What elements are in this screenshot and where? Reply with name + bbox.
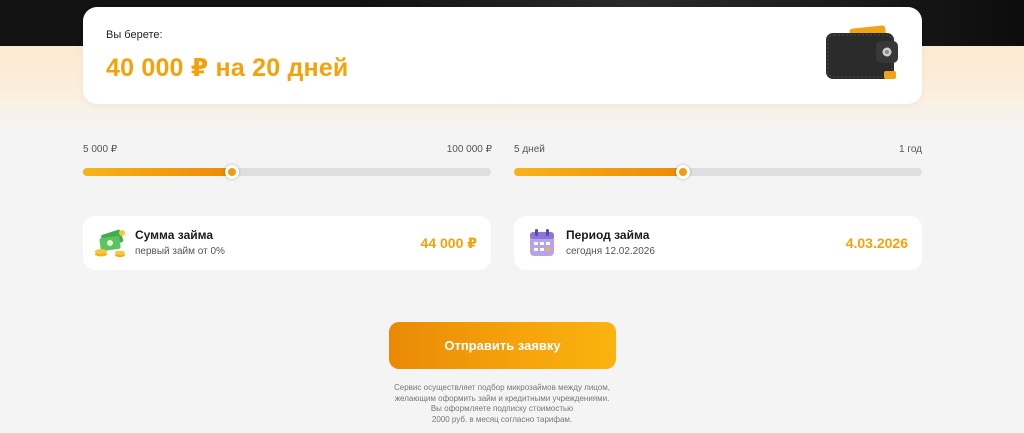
amount-card-value: 44 000 ₽ — [420, 235, 477, 251]
submit-application-button[interactable]: Отправить заявку — [389, 322, 616, 369]
disclaimer-line: Вы оформляете подписку стоимостью — [430, 404, 574, 413]
period-min-label: 5 дней — [514, 144, 545, 155]
amount-slider-fill — [83, 168, 233, 176]
period-card-title: Период займа — [566, 228, 650, 242]
amount-slider[interactable] — [83, 165, 491, 179]
loan-summary-label: Вы берете: — [106, 29, 163, 41]
amount-min-label: 5 000 ₽ — [83, 144, 118, 155]
disclaimer-line: желающим оформить займ и кредитными учре… — [394, 393, 610, 403]
period-slider-fill — [514, 168, 684, 176]
amount-slider-handle[interactable] — [225, 165, 240, 179]
money-stack-icon — [95, 229, 125, 258]
period-card-subtitle: сегодня 12.02.2026 — [566, 246, 655, 257]
wallet-icon — [826, 25, 898, 79]
amount-card: Сумма займа первый займ от 0% 44 000 ₽ — [83, 216, 491, 270]
period-card-value: 4.03.2026 — [845, 235, 908, 251]
loan-summary-card: Вы берете: 40 000 ₽ на 20 дней — [83, 7, 922, 104]
period-slider[interactable] — [514, 165, 922, 179]
calendar-icon — [530, 229, 554, 256]
amount-max-label: 100 000 ₽ — [446, 144, 492, 155]
amount-card-subtitle: первый займ от 0% — [135, 246, 225, 257]
period-max-label: 1 год — [899, 144, 922, 155]
period-card: Период займа сегодня 12.02.2026 4.03.202… — [514, 216, 922, 270]
disclaimer-line: Сервис осуществляет подбор микрозаймов м… — [394, 383, 610, 392]
loan-summary-value: 40 000 ₽ на 20 дней — [106, 54, 349, 82]
disclaimer-text: Сервис осуществляет подбор микрозаймов м… — [352, 383, 652, 425]
disclaimer-line: 2000 руб. в месяц согласно тарифам. — [431, 414, 573, 424]
period-slider-handle[interactable] — [676, 165, 691, 179]
amount-card-title: Сумма займа — [135, 228, 214, 242]
